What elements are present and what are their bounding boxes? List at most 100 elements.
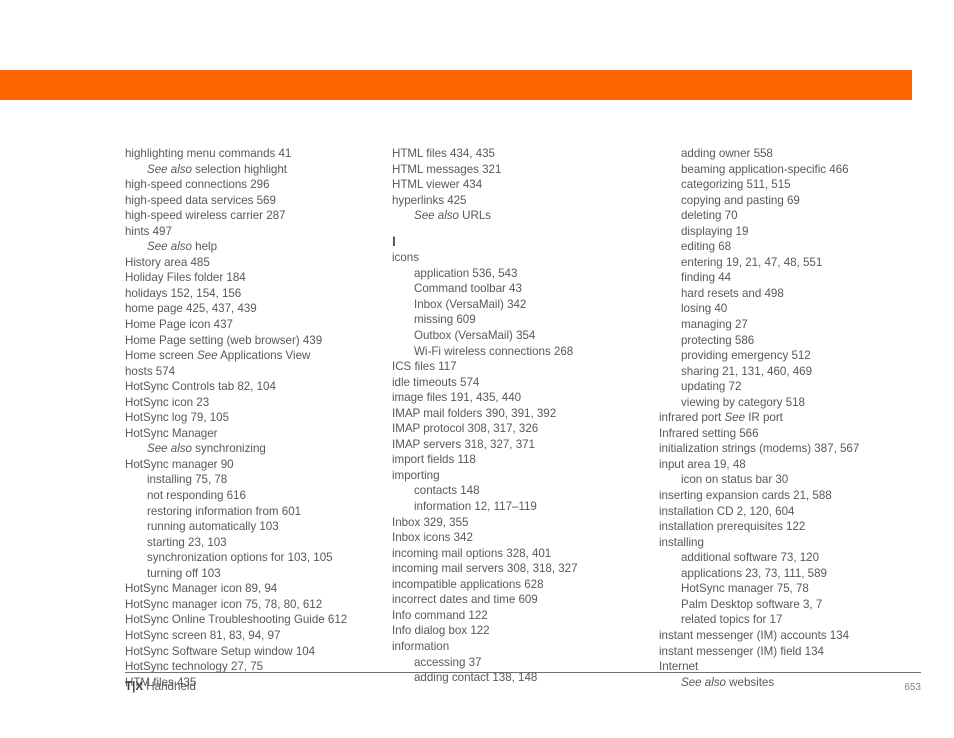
index-entry: HotSync Online Troubleshooting Guide 612 (125, 613, 348, 627)
index-entry: highlighting menu commands 41 (125, 147, 292, 160)
footer-document-title: T|X Handheld (125, 680, 196, 693)
index-entry: input area 19, 48 (659, 457, 746, 471)
index-subentry: related topics for 17 (681, 613, 783, 627)
index-subentry: starting 23, 103 (147, 535, 227, 549)
index-entry: ICS files 117 (392, 360, 457, 374)
index-subentry: applications 23, 73, 111, 589 (681, 566, 827, 580)
index-entry: incoming mail servers 308, 318, 327 (392, 562, 578, 576)
index-subentry: application 536, 543 (414, 266, 518, 280)
index-entry: incoming mail options 328, 401 (392, 546, 552, 560)
index-entry: initialization strings (modems) 387, 567 (659, 442, 860, 456)
index-entry: inserting expansion cards 21, 588 (659, 489, 832, 503)
see-also-label: See also (147, 240, 192, 254)
index-entry-text: synchronizing (191, 442, 266, 456)
index-entry: installation prerequisites 122 (659, 520, 806, 534)
index-column-2: HTML files 434, 435 HTML messages 321 HTML… (392, 146, 659, 686)
index-entry: HotSync log 79, 105 (125, 411, 230, 425)
index-subentry: editing 68 (681, 240, 732, 254)
index-subentry: accessing 37 (414, 655, 482, 669)
index-entry-target: Applications View (217, 349, 311, 363)
index-entry: HotSync manager icon 75, 78, 80, 612 (125, 597, 323, 611)
index-subentry: not responding 616 (147, 489, 246, 503)
index-subentry: HotSync manager 75, 78 (681, 582, 809, 596)
footer-divider (125, 672, 921, 673)
index-entry: hosts 574 (125, 364, 176, 378)
page-footer: T|X Handheld 653 (125, 672, 921, 693)
index-entry-target: IR port (745, 411, 783, 425)
index-subentry: icon on status bar 30 (681, 473, 789, 487)
index-subentry: See also help (125, 239, 392, 255)
index-entry: IMAP servers 318, 327, 371 (392, 437, 535, 451)
index-subentry: additional software 73, 120 (681, 551, 820, 565)
index-entry: high-speed wireless carrier 287 (125, 209, 286, 223)
index-entry-text: infrared port (659, 411, 725, 425)
index-subentry: Outbox (VersaMail) 354 (414, 329, 536, 343)
index-subentry: beaming application-specific 466 (681, 162, 849, 176)
see-also-label: See also (414, 209, 459, 223)
index-entry-text: selection highlight (191, 162, 287, 176)
index-entry: image files 191, 435, 440 (392, 391, 522, 405)
index-entry: incompatible applications 628 (392, 577, 544, 591)
see-also-label: See also (147, 442, 192, 456)
index-subentry: installing 75, 78 (147, 473, 228, 487)
index-entry: instant messenger (IM) accounts 134 (659, 628, 850, 642)
index-entry: Holiday Files folder 184 (125, 271, 246, 285)
index-subentry: Wi-Fi wireless connections 268 (414, 344, 574, 358)
index-entry: instant messenger (IM) field 134 (659, 644, 824, 658)
index-subentry: contacts 148 (414, 484, 480, 498)
index-column-3: adding owner 558 beaming application-spec… (659, 146, 921, 690)
index-subentry: synchronization options for 103, 105 (147, 551, 333, 565)
index-entry: holidays 152, 154, 156 (125, 286, 242, 300)
index-entry: HotSync Software Setup window 104 (125, 644, 316, 658)
see-label: See (196, 349, 218, 363)
index-subentry: finding 44 (681, 271, 732, 285)
index-subentry: Command toolbar 43 (414, 282, 522, 296)
index-subentry: losing 40 (681, 302, 728, 316)
index-entry: Infrared setting 566 (659, 426, 759, 440)
index-entry: IMAP protocol 308, 317, 326 (392, 422, 539, 436)
index-subentry: See also URLs (392, 208, 659, 224)
index-subentry: viewing by category 518 (681, 395, 805, 409)
index-entry: importing (392, 468, 440, 482)
index-entry: high-speed data services 569 (125, 193, 276, 207)
index-entry: high-speed connections 296 (125, 178, 270, 192)
index-letter-heading: I (392, 232, 396, 249)
footer-row: T|X Handheld 653 (125, 680, 921, 693)
index-subentry: See also synchronizing (125, 441, 392, 457)
index-subentry: copying and pasting 69 (681, 193, 800, 207)
index-entry: HTML messages 321 (392, 162, 502, 176)
index-subentry: information 12, 117–119 (414, 500, 537, 514)
index-entry: Home Page setting (web browser) 439 (125, 333, 323, 347)
index-entry: HotSync manager 90 (125, 457, 234, 471)
index-entry: HotSync Manager icon 89, 94 (125, 582, 278, 596)
header-accent-band (0, 70, 912, 100)
index-subentry: managing 27 (681, 318, 748, 332)
index-entry: Home Page icon 437 (125, 318, 233, 332)
index-entry: HotSync Controls tab 82, 104 (125, 380, 276, 394)
index-entry: installation CD 2, 120, 604 (659, 504, 795, 518)
index-subentry: entering 19, 21, 47, 48, 551 (681, 255, 823, 269)
page-number: 653 (904, 682, 921, 693)
index-subentry: Inbox (VersaMail) 342 (414, 297, 527, 311)
index-subentry: displaying 19 (681, 224, 749, 238)
see-also-label: See also (147, 162, 192, 176)
index-entry: hyperlinks 425 (392, 193, 467, 207)
index-subentry: turning off 103 (147, 566, 221, 580)
index-entry-text: help (191, 240, 218, 254)
index-subentry: categorizing 511, 515 (681, 178, 791, 192)
index-column-1: highlighting menu commands 41 See also se… (125, 146, 392, 690)
index-entry: HotSync screen 81, 83, 94, 97 (125, 628, 281, 642)
index-entry: Inbox 329, 355 (392, 515, 469, 529)
footer-title-rest: Handheld (143, 680, 196, 693)
index-entry: home page 425, 437, 439 (125, 302, 257, 316)
index-subentry: providing emergency 512 (681, 349, 811, 363)
index-entry: icons (392, 251, 419, 265)
index-subentry: restoring information from 601 (147, 504, 302, 518)
index-entry: History area 485 (125, 255, 210, 269)
index-subentry: Palm Desktop software 3, 7 (681, 597, 823, 611)
index-columns-container: highlighting menu commands 41 See also se… (125, 146, 921, 689)
index-entry: incorrect dates and time 609 (392, 593, 538, 607)
index-entry: Inbox icons 342 (392, 531, 473, 545)
index-subentry: protecting 586 (681, 333, 755, 347)
index-subentry: See also selection highlight (125, 162, 392, 178)
